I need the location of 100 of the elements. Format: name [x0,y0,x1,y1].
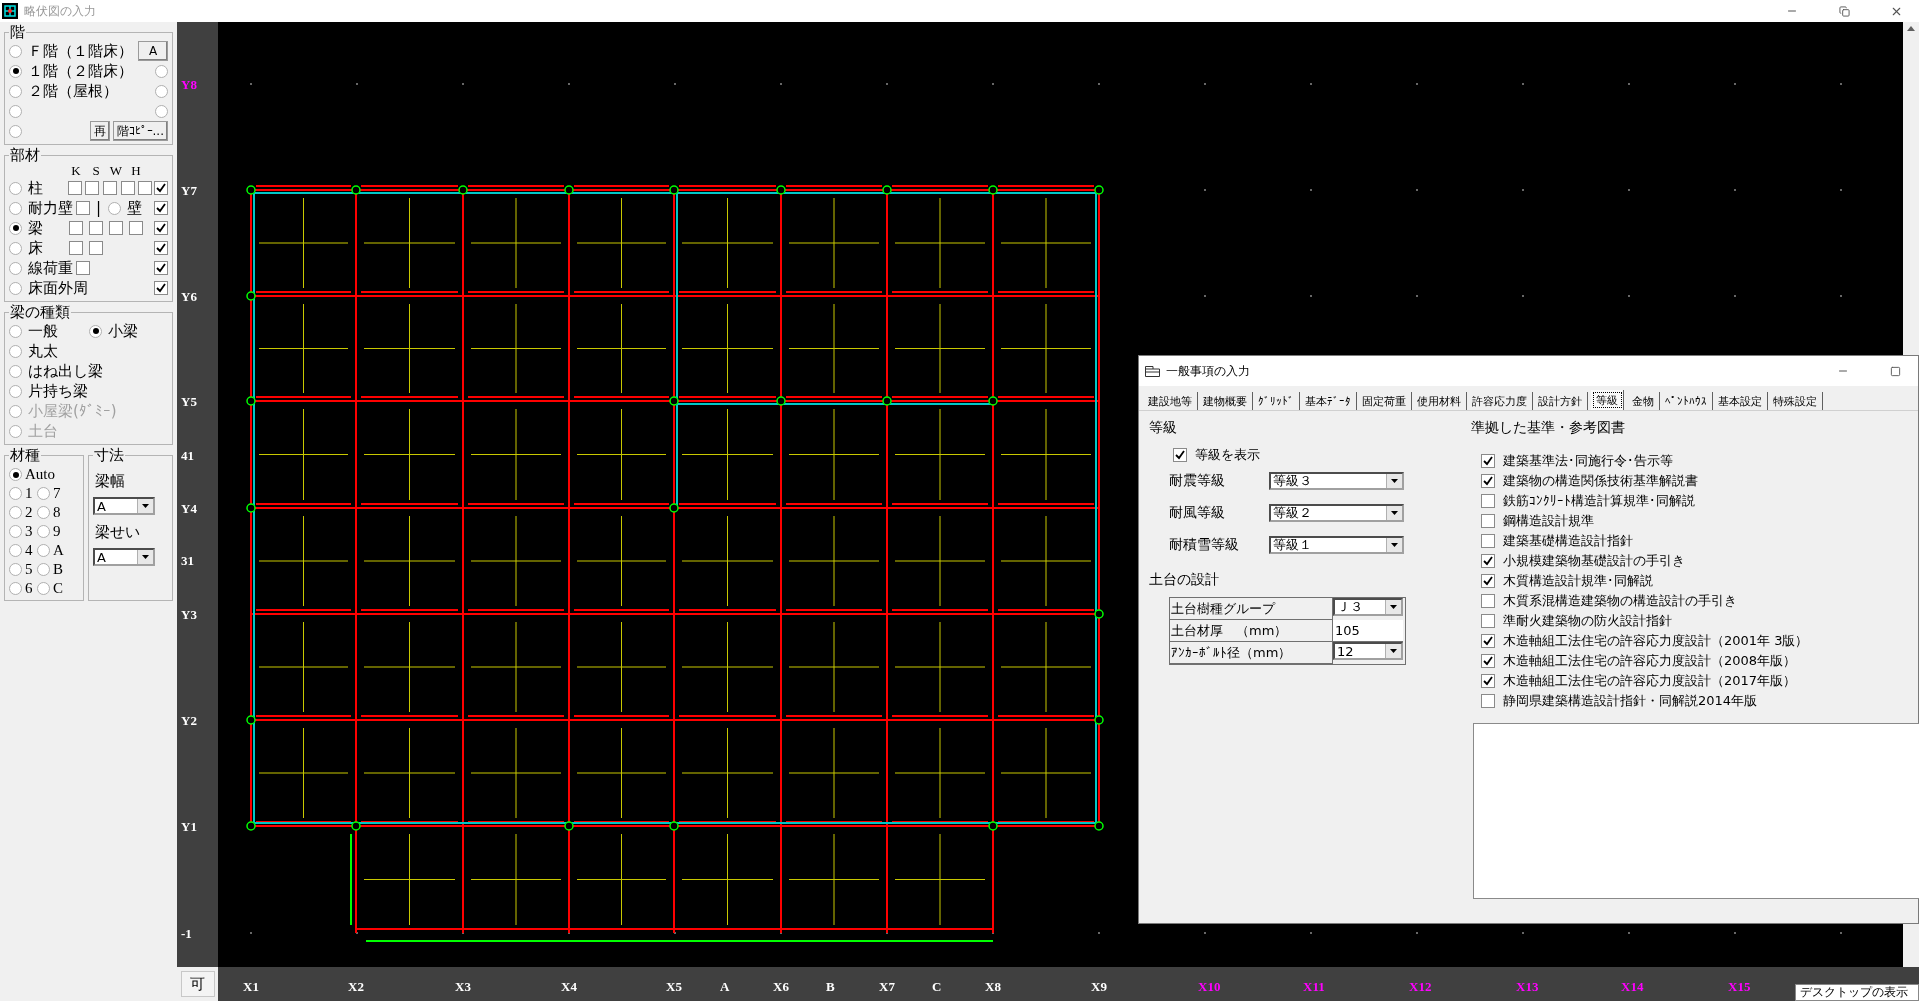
radio-button[interactable] [89,324,102,338]
display-checkbox[interactable] [154,241,168,255]
radio-button[interactable] [9,201,22,215]
check-icon [1175,450,1185,460]
checkbox[interactable] [138,181,153,195]
radio-button[interactable] [9,104,22,118]
sill-select[interactable]: Ｊ３ [1333,598,1403,616]
notes-field[interactable] [1473,723,1919,899]
display-checkbox[interactable] [154,201,168,215]
radio-button[interactable] [9,64,22,78]
radio-button[interactable] [9,525,22,538]
radio-button[interactable] [9,563,22,576]
radio-button[interactable] [9,324,22,338]
reference-checkbox[interactable]: 木造軸組工法住宅の許容応力度設計（2017年版） [1481,671,1918,691]
reference-checkbox[interactable]: 木造軸組工法住宅の許容応力度設計（2008年版） [1481,651,1918,671]
checkbox[interactable] [85,181,100,195]
radio-button[interactable] [9,84,22,98]
checkbox[interactable] [76,201,90,215]
radio-button[interactable] [155,84,168,98]
floor-radio-label: ２階（屋根） [28,81,118,101]
checkbox[interactable] [69,221,83,235]
reference-checkbox[interactable]: 木質構造設計規準･同解説 [1481,571,1918,591]
checkbox[interactable] [89,221,103,235]
reference-checkbox[interactable]: 準耐火建築物の防火設計指針 [1481,611,1918,631]
material-label: 4 [25,542,33,559]
floor-copy-button[interactable]: 階ｺﾋﾟｰ... [112,121,168,141]
reference-checkbox[interactable]: 建築基礎構造設計指針 [1481,531,1918,551]
reference-checkbox[interactable]: 鋼構造設計規準 [1481,511,1918,531]
radio-button[interactable] [9,181,22,195]
grade-select[interactable]: 等級３ [1269,472,1404,490]
radio-button[interactable] [37,506,50,519]
axis-label: Y1 [181,819,197,834]
axis-label: 31 [181,553,194,568]
scroll-up-icon[interactable] [1907,26,1915,31]
reference-checkbox[interactable]: 建築物の構造関係技術基準解説書 [1481,471,1918,491]
group-title: 寸法 [93,447,125,464]
section-title: 土台の設計 [1149,571,1220,589]
checkbox[interactable] [69,241,83,255]
radio-button[interactable] [9,487,22,500]
radio-button[interactable] [9,124,22,138]
reference-checkbox[interactable]: 木質系混構造建築物の構造設計の手引き [1481,591,1918,611]
grade-select[interactable]: 等級２ [1269,504,1404,522]
radio-button[interactable] [155,64,168,78]
size-select[interactable]: A [93,497,155,515]
member-label: | [95,199,103,217]
radio-button[interactable] [37,525,50,538]
radio-button[interactable] [9,384,22,398]
reference-checkbox[interactable]: 木造軸組工法住宅の許容応力度設計（2001年 3版） [1481,631,1918,651]
axis-label: X2 [348,979,364,994]
checkbox[interactable] [109,221,123,235]
window-title: 略伏図の入力 [24,2,97,20]
axis-label: X14 [1621,979,1644,994]
material-label: 8 [53,504,61,521]
checkbox[interactable] [76,261,90,275]
corner-button[interactable]: 可 [180,971,215,997]
redraw-button[interactable]: 再 [89,121,110,141]
size-select[interactable]: A [93,548,155,566]
checkbox[interactable] [129,221,143,235]
grade-select[interactable]: 等級１ [1269,536,1404,554]
sill-input[interactable]: 105 [1333,620,1403,642]
radio-button[interactable] [9,44,22,58]
reference-checkbox[interactable]: 建築基準法･同施行令･告示等 [1481,451,1918,471]
material-label: 9 [53,523,61,540]
radio-button[interactable] [107,201,121,215]
radio-button[interactable] [9,281,22,295]
field-label: 土台樹種グループ [1170,598,1333,620]
axis-label: X11 [1303,979,1325,994]
tab[interactable]: 等級 [1591,390,1624,410]
radio-button[interactable] [9,364,22,378]
a-button[interactable]: A [138,41,168,61]
radio-button[interactable] [9,221,22,235]
radio-button[interactable] [9,261,22,275]
sill-select[interactable]: 12 [1333,642,1403,660]
radio-button[interactable] [9,468,22,481]
checkbox[interactable] [103,181,117,195]
radio-button[interactable] [37,487,50,500]
reference-checkbox[interactable]: 静岡県建築構造設計指針・同解説2014年版 [1481,691,1918,711]
radio-button[interactable] [9,506,22,519]
radio-button[interactable] [9,344,22,358]
show-grade-checkbox[interactable]: 等級を表示 [1173,445,1260,465]
radio-button[interactable] [37,563,50,576]
display-checkbox[interactable] [154,221,168,235]
checkbox[interactable] [120,181,135,195]
display-checkbox[interactable] [154,281,168,295]
radio-button[interactable] [9,241,22,255]
material-label: 7 [53,485,61,502]
radio-button[interactable] [37,544,50,557]
member-label: 線荷重 [28,258,73,278]
column-header: K [70,163,82,179]
reference-checkbox[interactable]: 鉄筋ｺﾝｸﾘｰﾄ構造計算規準･同解説 [1481,491,1918,511]
display-checkbox[interactable] [154,261,168,275]
beam-type-radio-label: 小梁 [108,321,138,341]
radio-button[interactable] [155,104,168,118]
radio-button[interactable] [9,582,22,595]
checkbox[interactable] [67,181,82,195]
radio-button[interactable] [37,582,50,595]
radio-button[interactable] [9,544,22,557]
reference-checkbox[interactable]: 小規模建築物基礎設計の手引き [1481,551,1918,571]
checkbox[interactable] [89,241,103,255]
display-checkbox[interactable] [154,181,168,195]
